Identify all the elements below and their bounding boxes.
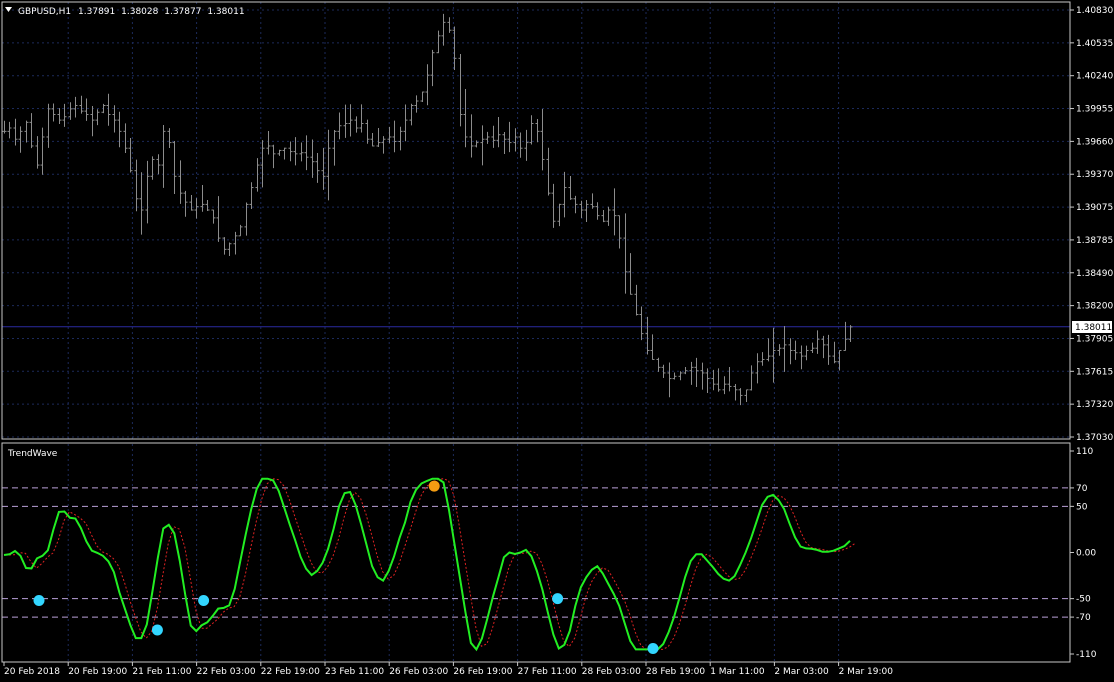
time-tick-label: 1 Mar 11:00 <box>710 667 765 677</box>
chart-background <box>0 0 1114 682</box>
time-tick-label: 28 Feb 19:00 <box>646 667 705 677</box>
time-tick-label: 28 Feb 03:00 <box>582 667 641 677</box>
price-tick-label: 1.37320 <box>1076 400 1113 410</box>
time-tick-label: 26 Feb 19:00 <box>453 667 512 677</box>
indicator-tick-label: 0.00 <box>1076 549 1096 559</box>
price-tick-label: 1.39075 <box>1076 203 1113 213</box>
time-tick-label: 2 Mar 03:00 <box>774 667 829 677</box>
indicator-tick-label: 50 <box>1076 502 1088 512</box>
price-tick-label: 1.38785 <box>1076 236 1113 246</box>
buy-signal-dot <box>33 594 45 606</box>
indicator-tick-label: -70 <box>1076 613 1091 623</box>
indicator-tick-label: -50 <box>1076 595 1091 605</box>
price-tick-label: 1.40240 <box>1076 72 1113 82</box>
indicator-tick-label: -110 <box>1076 650 1097 660</box>
indicator-name: TrendWave <box>7 449 58 459</box>
sell-signal-dot <box>428 480 440 492</box>
chart-window[interactable]: GBPUSD,H1 1.37891 1.38028 1.37877 1.3801… <box>0 0 1114 682</box>
buy-signal-dot <box>647 642 659 654</box>
indicator-tick-label: 70 <box>1076 484 1088 494</box>
time-tick-label: 2 Mar 19:00 <box>839 667 894 677</box>
time-tick-label: 27 Feb 11:00 <box>518 667 577 677</box>
time-tick-label: 26 Feb 03:00 <box>389 667 448 677</box>
price-tick-label: 1.39660 <box>1076 137 1113 147</box>
buy-signal-dot <box>552 593 564 605</box>
current-price-label: 1.38011 <box>1075 323 1112 333</box>
time-tick-label: 23 Feb 11:00 <box>325 667 384 677</box>
price-tick-label: 1.39370 <box>1076 170 1113 180</box>
chart-header-info: GBPUSD,H1 1.37891 1.38028 1.37877 1.3801… <box>18 7 245 17</box>
price-tick-label: 1.40535 <box>1076 39 1113 49</box>
time-tick-label: 21 Feb 11:00 <box>132 667 191 677</box>
indicator-tick-label: 110 <box>1076 447 1093 457</box>
buy-signal-dot <box>151 624 163 636</box>
buy-signal-dot <box>198 594 210 606</box>
price-tick-label: 1.40830 <box>1076 6 1113 16</box>
time-tick-label: 22 Feb 03:00 <box>197 667 256 677</box>
time-tick-label: 22 Feb 19:00 <box>261 667 320 677</box>
price-tick-label: 1.37905 <box>1076 334 1113 344</box>
time-tick-label: 20 Feb 19:00 <box>68 667 127 677</box>
price-tick-label: 1.38490 <box>1076 269 1113 279</box>
price-tick-label: 1.37615 <box>1076 367 1113 377</box>
price-tick-label: 1.37030 <box>1076 433 1113 443</box>
time-tick-label: 20 Feb 2018 <box>4 667 60 677</box>
price-tick-label: 1.38200 <box>1076 302 1113 312</box>
price-tick-label: 1.39955 <box>1076 105 1113 115</box>
